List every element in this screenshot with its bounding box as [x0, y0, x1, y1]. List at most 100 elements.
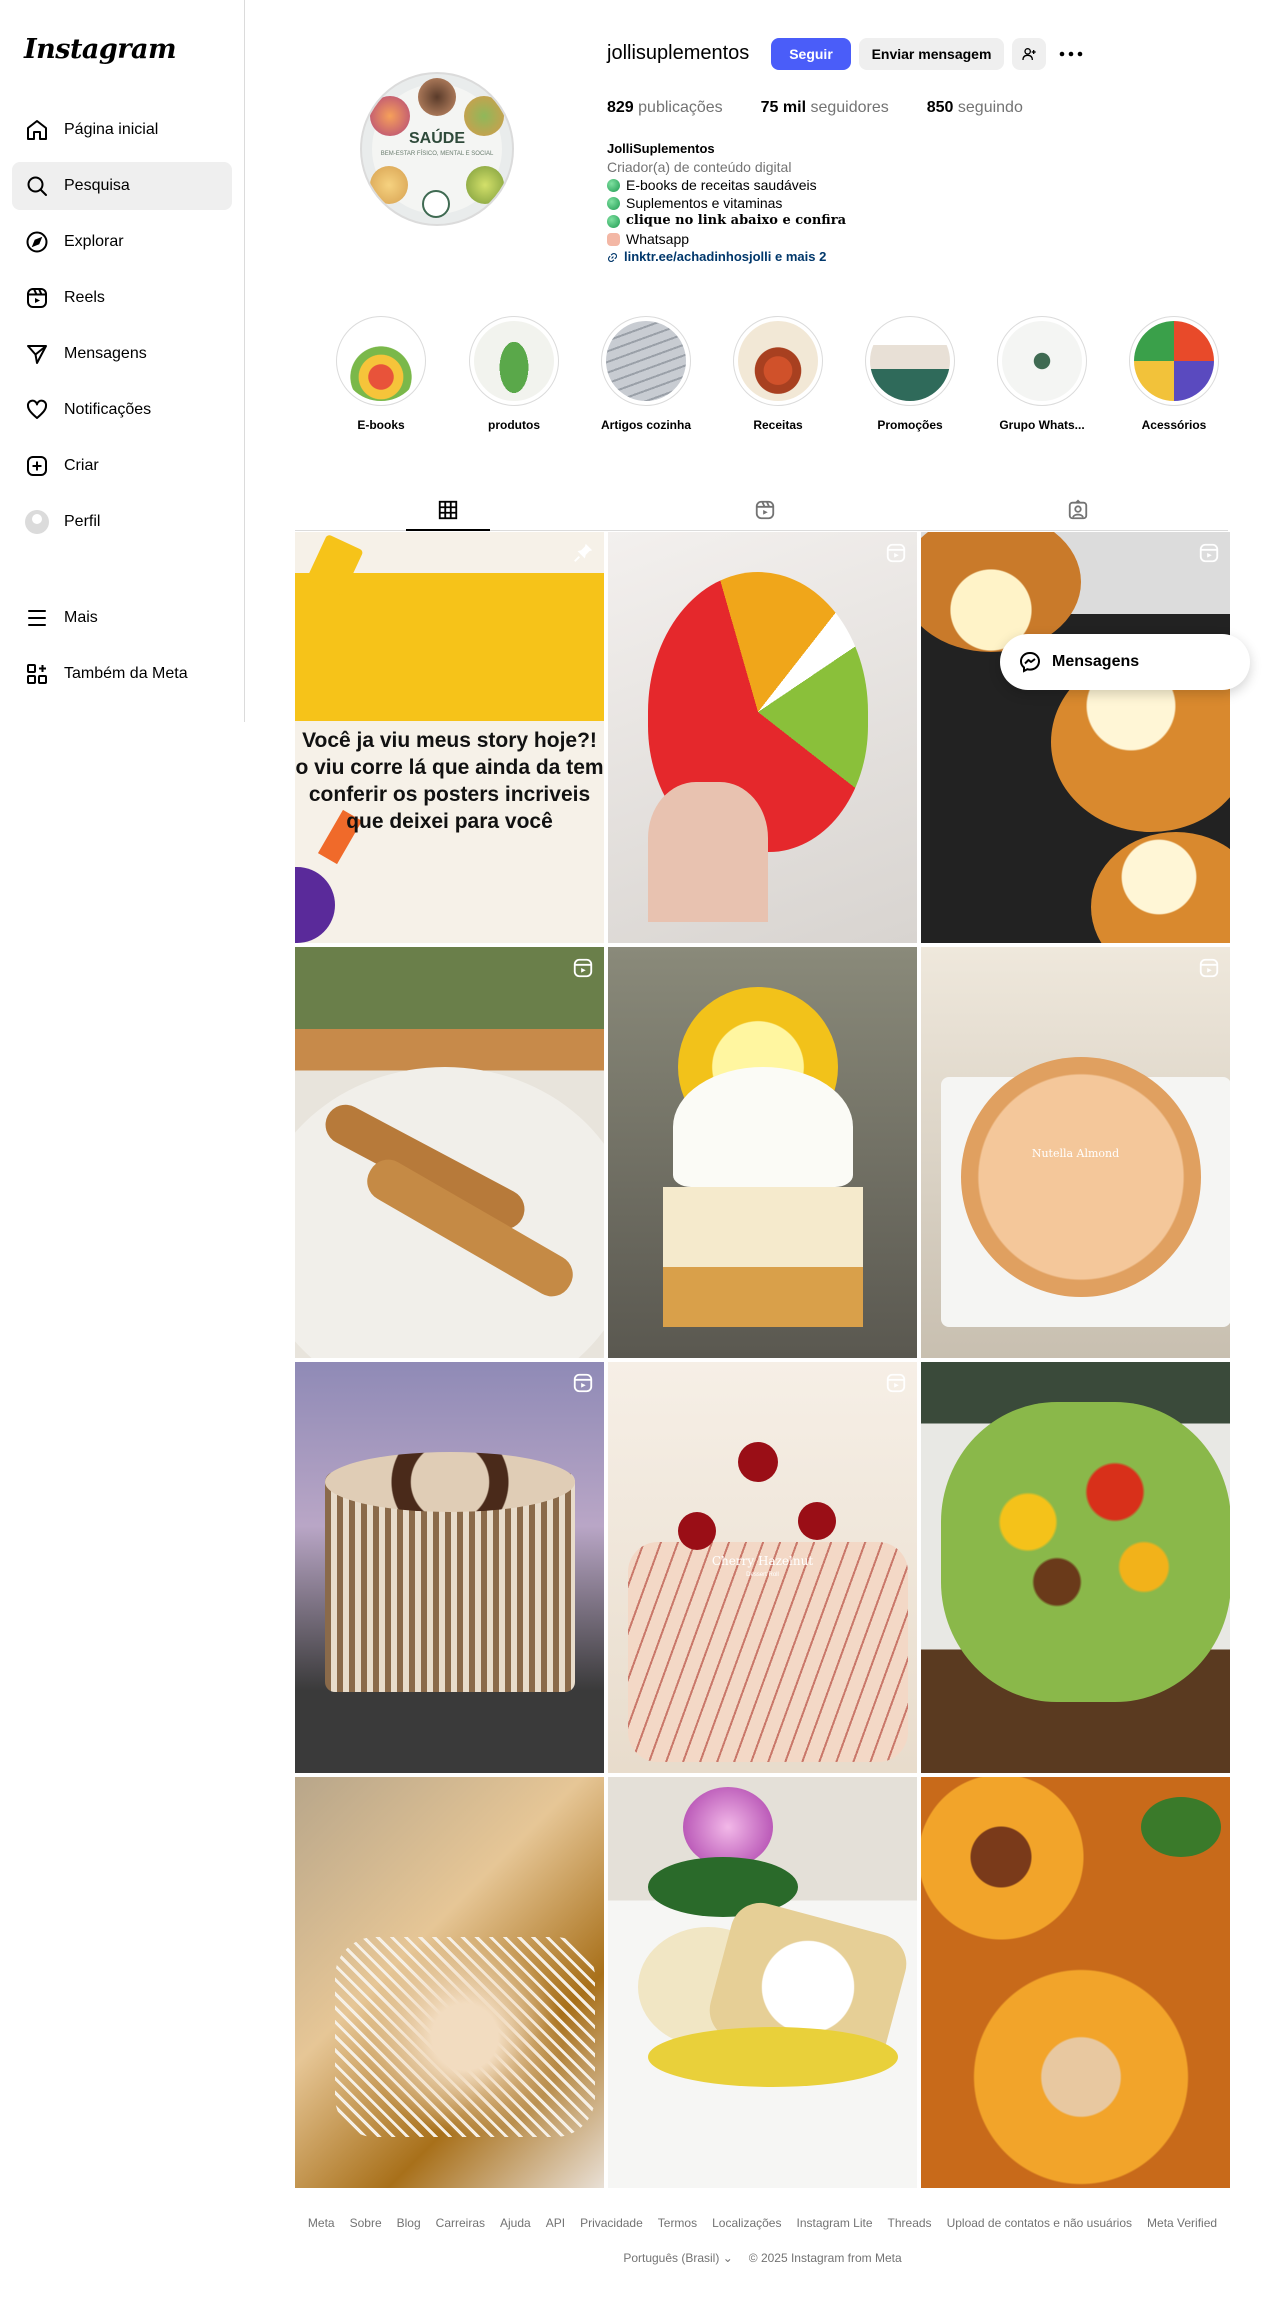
highlight-receitas[interactable]: Receitas [730, 316, 826, 432]
following-count[interactable]: 850 seguindo [927, 99, 1023, 117]
footer-link[interactable]: Ajuda [500, 2216, 531, 2230]
post-overlay-text: Nutella Almond [1031, 1147, 1120, 1160]
instagram-logo[interactable]: Instagram [24, 34, 177, 65]
tab-posts[interactable] [406, 492, 490, 531]
language-selector[interactable]: Português (Brasil) ⌄ [623, 2251, 732, 2265]
sidebar-item-also-from-meta[interactable]: Também da Meta [12, 650, 232, 698]
green-circle-icon [607, 214, 620, 228]
post-item[interactable] [921, 1362, 1230, 1773]
sidebar-item-label: Notificações [64, 401, 152, 418]
messages-floating-button[interactable]: Mensagens [1000, 634, 1250, 690]
post-item[interactable]: Cherry Hazelnut Dessert Roll [608, 1362, 917, 1773]
copyright: © 2025 Instagram from Meta [748, 2251, 902, 2265]
search-icon [24, 173, 50, 199]
reel-icon [1198, 542, 1220, 564]
profile-picture[interactable]: SAÚDE BEM-ESTAR FÍSICO, MENTAL E SOCIAL [360, 72, 514, 226]
footer-link[interactable]: Privacidade [580, 2216, 643, 2230]
footer-link[interactable]: Meta [308, 2216, 335, 2230]
sidebar-item-notifications[interactable]: Notificações [12, 386, 232, 434]
footer-link[interactable]: Meta Verified [1147, 2216, 1217, 2230]
heart-icon [24, 397, 50, 423]
footer-link[interactable]: API [546, 2216, 565, 2230]
link-icon [607, 252, 618, 262]
send-message-button[interactable]: Enviar mensagem [859, 38, 1004, 70]
suggest-users-button[interactable] [1012, 38, 1046, 70]
sidebar-item-create[interactable]: Criar [12, 442, 232, 490]
post-item[interactable] [921, 532, 1230, 943]
highlight-acessorios[interactable]: Acessórios [1126, 316, 1222, 432]
profile-display-name: JolliSuplementos [607, 141, 715, 156]
post-item[interactable] [295, 947, 604, 1358]
post-caption-overlay: Você ja viu meus story hoje?! o viu corr… [295, 729, 604, 833]
home-icon [24, 117, 50, 143]
green-circle-icon [607, 178, 620, 192]
messenger-icon [1019, 651, 1041, 673]
profile-username: jollisuplementos [607, 42, 750, 64]
post-grid: Você ja viu meus story hoje?! o viu corr… [295, 532, 1230, 2188]
sidebar-item-label: Perfil [64, 513, 101, 530]
tab-reels[interactable] [745, 492, 785, 528]
footer-link[interactable]: Blog [397, 2216, 421, 2230]
sidebar-item-label: Página inicial [64, 121, 159, 138]
sidebar-item-search[interactable]: Pesquisa [12, 162, 232, 210]
sidebar-item-label: Também da Meta [64, 665, 188, 682]
reels-icon [24, 285, 50, 311]
send-icon [24, 341, 50, 367]
add-user-icon [1022, 48, 1036, 61]
footer-link[interactable]: Instagram Lite [796, 2216, 872, 2230]
tagged-icon [1068, 499, 1088, 520]
sidebar-item-label: Mais [64, 609, 98, 626]
plus-square-icon [24, 453, 50, 479]
profile-category: Criador(a) de conteúdo digital [607, 159, 792, 175]
avatar [25, 510, 49, 534]
more-horizontal-icon [1059, 51, 1083, 57]
highlight-artigos-cozinha[interactable]: Artigos cozinha [598, 316, 694, 432]
sidebar-item-profile[interactable]: Perfil [12, 498, 232, 546]
tree-icon [422, 190, 450, 218]
sidebar-item-explore[interactable]: Explorar [12, 218, 232, 266]
green-circle-icon [607, 196, 620, 210]
post-item[interactable] [295, 1362, 604, 1773]
sidebar-item-more[interactable]: Mais [12, 594, 232, 642]
highlight-produtos[interactable]: produtos [466, 316, 562, 432]
meta-grid-icon [24, 661, 50, 687]
post-item[interactable] [608, 532, 917, 943]
sidebar-item-label: Criar [64, 457, 99, 474]
sidebar: Instagram Página inicial Pesquisa Explor… [0, 0, 245, 722]
post-item[interactable] [608, 947, 917, 1358]
footer-link[interactable]: Carreiras [436, 2216, 485, 2230]
sidebar-item-reels[interactable]: Reels [12, 274, 232, 322]
grid-icon [438, 500, 458, 520]
reels-icon [755, 500, 775, 520]
sidebar-item-label: Reels [64, 289, 105, 306]
tab-tagged[interactable] [1058, 492, 1098, 528]
post-item[interactable]: Você ja viu meus story hoje?! o viu corr… [295, 532, 604, 943]
sidebar-item-label: Pesquisa [64, 177, 130, 194]
followers-count[interactable]: 75 mil seguidores [761, 99, 889, 117]
post-overlay-text: Cherry Hazelnut [711, 1554, 814, 1568]
reel-icon [1198, 957, 1220, 979]
post-item[interactable] [921, 1777, 1230, 2188]
more-options-button[interactable] [1058, 42, 1084, 66]
follow-button[interactable]: Seguir [771, 38, 851, 70]
post-item[interactable] [295, 1777, 604, 2188]
menu-icon [24, 605, 50, 631]
post-item[interactable]: Nutella Almond [921, 947, 1230, 1358]
post-item[interactable] [608, 1777, 917, 2188]
footer-link[interactable]: Threads [888, 2216, 932, 2230]
highlight-grupo-whats[interactable]: Grupo Whats... [994, 316, 1090, 432]
profile-link[interactable]: linktr.ee/achadinhosjolli e mais 2 [607, 248, 846, 266]
highlight-promocoes[interactable]: Promoções [862, 316, 958, 432]
sidebar-item-home[interactable]: Página inicial [12, 106, 232, 154]
profile-stats: 829 publicações 75 mil seguidores 850 se… [607, 99, 1023, 117]
highlight-ebooks[interactable]: E-books [333, 316, 429, 432]
pointing-hand-icon [607, 232, 620, 246]
reel-icon [572, 957, 594, 979]
reel-icon [572, 1372, 594, 1394]
footer-link[interactable]: Sobre [350, 2216, 382, 2230]
footer-link[interactable]: Upload de contatos e não usuários [947, 2216, 1132, 2230]
footer-link[interactable]: Termos [658, 2216, 697, 2230]
footer-link[interactable]: Localizações [712, 2216, 781, 2230]
sidebar-item-messages[interactable]: Mensagens [12, 330, 232, 378]
compass-icon [24, 229, 50, 255]
